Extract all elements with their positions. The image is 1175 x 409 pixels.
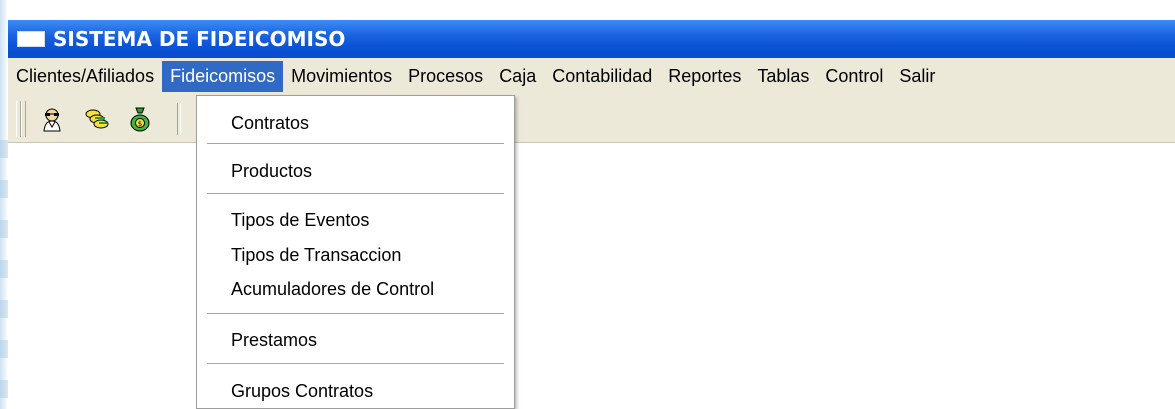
toolbar-separator (177, 103, 181, 135)
menu-movimientos[interactable]: Movimientos (283, 61, 400, 92)
menu-item-contratos[interactable]: Contratos (231, 113, 309, 134)
menu-procesos[interactable]: Procesos (400, 61, 491, 92)
menu-item-tipos-transaccion[interactable]: Tipos de Transaccion (231, 245, 401, 266)
menu-separator (207, 313, 504, 314)
menu-contabilidad[interactable]: Contabilidad (544, 61, 660, 92)
menu-control[interactable]: Control (817, 61, 891, 92)
menu-caja[interactable]: Caja (491, 61, 544, 92)
window-title: SISTEMA DE FIDEICOMISO (53, 27, 346, 51)
title-bar: SISTEMA DE FIDEICOMISO (8, 20, 1175, 58)
menu-salir[interactable]: Salir (891, 61, 943, 92)
money-bag-icon[interactable]: $ (126, 105, 154, 133)
menu-tablas[interactable]: Tablas (749, 61, 817, 92)
menu-bar: Clientes/Afiliados Fideicomisos Movimien… (8, 58, 1175, 95)
fideicomisos-dropdown-menu: Contratos Productos Tipos de Eventos Tip… (196, 95, 515, 409)
menu-separator (207, 193, 504, 194)
menu-separator (207, 143, 504, 144)
menu-reportes[interactable]: Reportes (660, 61, 749, 92)
menu-clientes-afiliados[interactable]: Clientes/Afiliados (8, 61, 162, 92)
stacked-coins-icon[interactable] (83, 105, 111, 133)
menu-item-tipos-eventos[interactable]: Tipos de Eventos (231, 210, 369, 231)
menu-item-grupos-contratos[interactable]: Grupos Contratos (231, 381, 373, 402)
menu-fideicomisos[interactable]: Fideicomisos (162, 61, 284, 92)
menu-item-productos[interactable]: Productos (231, 161, 312, 182)
toolbar-grip[interactable] (21, 101, 26, 137)
svg-text:$: $ (138, 120, 142, 128)
menu-item-prestamos[interactable]: Prestamos (231, 330, 317, 351)
toolbar: $ (8, 95, 1175, 143)
menu-item-acumuladores-control[interactable]: Acumuladores de Control (231, 279, 434, 300)
left-decoration (0, 0, 8, 409)
person-glasses-icon[interactable] (38, 105, 66, 133)
window-icon (17, 31, 45, 47)
menu-separator (207, 363, 504, 364)
